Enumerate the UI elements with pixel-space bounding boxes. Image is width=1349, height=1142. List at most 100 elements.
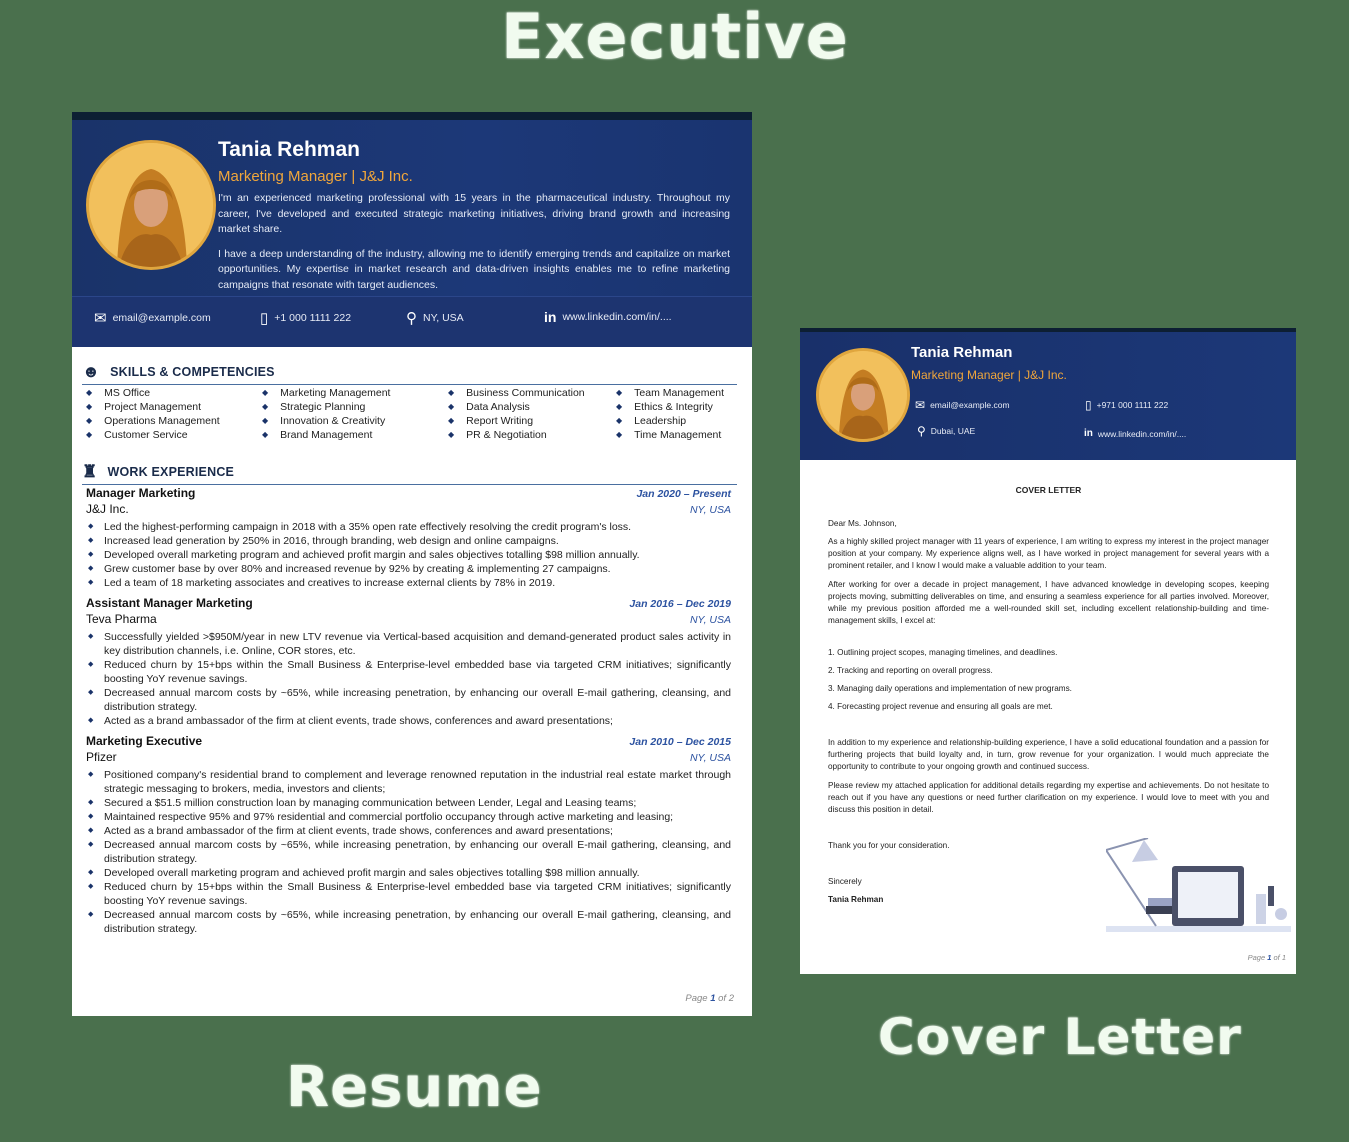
title-resume: Resume	[286, 1055, 543, 1120]
job-company-row: Pfizer NY, USA	[86, 750, 731, 766]
skills-column: ◆ Team Management ◆ Ethics & Integrity ◆ Lead…	[616, 386, 736, 442]
cover-contact-location: ⚲ Dubai, UAE	[917, 424, 975, 438]
skill-item: ◆ MS Office	[86, 386, 262, 400]
list-item: Increased lead generation by 250% in 201…	[86, 534, 731, 548]
skill-label: Ethics & Integrity	[634, 401, 713, 413]
list-item: Successfully yielded >$950M/year in new …	[86, 630, 731, 658]
cover-contact-phone: ▯ +971 000 1111 222	[1085, 398, 1168, 412]
bullet-icon: ◆	[616, 388, 623, 397]
job-location: NY, USA	[689, 504, 731, 516]
job-title: Assistant Manager Marketing	[86, 596, 253, 610]
resume-summary: I'm an experienced marketing professiona…	[218, 191, 730, 302]
contact-linkedin: in www.linkedin.com/in/....	[544, 309, 672, 325]
job-location: NY, USA	[689, 752, 731, 764]
skill-item: ◆ PR & Negotiation	[448, 428, 616, 442]
cover-header: Tania Rehman Marketing Manager | J&J Inc…	[800, 328, 1296, 460]
skill-item: ◆ Ethics & Integrity	[616, 400, 736, 414]
experience-heading: ♜ WORK EXPERIENCE	[82, 460, 737, 485]
skill-item: ◆ Brand Management	[262, 428, 448, 442]
job-title: Manager Marketing	[86, 486, 196, 500]
phone-icon: ▯	[260, 310, 269, 327]
salutation: Dear Ms. Johnson,	[828, 519, 897, 528]
skill-item: ◆ Leadership	[616, 414, 736, 428]
skill-label: Brand Management	[280, 429, 373, 441]
cover-paragraph: As a highly skilled project manager with…	[828, 537, 1269, 570]
job-title-row: Manager Marketing Jan 2020 – Present	[86, 486, 731, 502]
skill-label: PR & Negotiation	[466, 429, 547, 441]
job-bullets: Led the highest-performing campaign in 2…	[86, 520, 731, 590]
cover-email-text: email@example.com	[930, 400, 1010, 410]
skills-heading-text: SKILLS & COMPETENCIES	[110, 365, 275, 379]
job-entry: Assistant Manager Marketing Jan 2016 – De…	[86, 596, 731, 728]
phone-icon: ▯	[1085, 398, 1092, 412]
skill-label: Customer Service	[104, 429, 188, 441]
contact-location-text: NY, USA	[423, 312, 464, 324]
profile-photo	[86, 140, 216, 270]
skill-item: ◆ Strategic Planning	[262, 400, 448, 414]
cover-location-text: Dubai, UAE	[930, 426, 976, 436]
skill-label: Marketing Management	[280, 387, 391, 399]
list-item: Decreased annual marcom costs by ~65%, w…	[86, 908, 731, 936]
cover-paragraph: Please review my attached application fo…	[828, 781, 1269, 814]
resume-name: Tania Rehman	[218, 138, 360, 161]
location-pin-icon: ⚲	[917, 424, 926, 438]
cover-role: Marketing Manager | J&J Inc.	[911, 368, 1067, 382]
list-item: 1. Outlining project scopes, managing ti…	[828, 648, 1058, 657]
cover-page-number: Page 1 of 1	[1248, 953, 1286, 962]
bullet-icon: ◆	[448, 388, 455, 397]
profile-photo	[816, 348, 910, 442]
list-item: Developed overall marketing program and …	[86, 866, 731, 880]
skills-heading: ☻ SKILLS & COMPETENCIES	[82, 360, 737, 385]
skill-item: ◆ Data Analysis	[448, 400, 616, 414]
page-prefix: Page	[1247, 953, 1268, 962]
list-item: Reduced churn by 15+bps within the Small…	[86, 658, 731, 686]
resume-role: Marketing Manager | J&J Inc.	[218, 168, 413, 185]
bullet-icon: ◆	[86, 430, 93, 439]
list-item: Acted as a brand ambassador of the firm …	[86, 714, 731, 728]
summary-paragraph: I have a deep understanding of the indus…	[218, 247, 730, 291]
location-pin-icon: ⚲	[406, 310, 417, 327]
job-dates: Jan 2016 – Dec 2019	[629, 598, 731, 610]
skill-item: ◆ Customer Service	[86, 428, 262, 442]
bullet-icon: ◆	[448, 430, 455, 439]
bullet-icon: ◆	[86, 402, 93, 411]
cover-heading: COVER LETTER	[1015, 485, 1082, 495]
job-entry: Marketing Executive Jan 2010 – Dec 2015 Pf…	[86, 734, 731, 936]
resume-top-bar	[72, 112, 752, 120]
cover-contact-linkedin: in www.linkedin.com/in/....	[1084, 428, 1186, 439]
skill-label: MS Office	[104, 387, 151, 399]
skill-item: ◆ Time Management	[616, 428, 736, 442]
bullet-icon: ◆	[86, 388, 93, 397]
resume-contact-bar: ✉ email@example.com ▯ +1 000 1111 222 ⚲ …	[72, 296, 752, 347]
resume-header: Tania Rehman Marketing Manager | J&J Inc…	[72, 120, 752, 296]
skill-item: ◆ Marketing Management	[262, 386, 448, 400]
summary-paragraph: I'm an experienced marketing professiona…	[218, 192, 730, 235]
skill-label: Strategic Planning	[280, 401, 366, 413]
skills-grid: ◆ MS Office ◆ Project Management ◆ Operations…	[86, 386, 726, 442]
job-title-row: Marketing Executive Jan 2010 – Dec 2015	[86, 734, 731, 750]
page-suffix: of 2	[715, 993, 734, 1004]
bullet-icon: ◆	[616, 402, 623, 411]
list-item: 4. Forecasting project revenue and ensur…	[828, 702, 1053, 711]
skill-label: Team Management	[634, 387, 725, 399]
bullet-icon: ◆	[262, 416, 269, 425]
cover-contact-email: ✉ email@example.com	[915, 398, 1010, 412]
bullet-icon: ◆	[616, 430, 623, 439]
head-gear-icon: ☻	[82, 362, 101, 381]
skills-list: 1. Outlining project scopes, managing ti…	[828, 647, 1269, 713]
skill-label: Data Analysis	[466, 401, 530, 413]
skill-label: Innovation & Creativity	[280, 415, 386, 427]
skill-item: ◆ Operations Management	[86, 414, 262, 428]
job-dates: Jan 2020 – Present	[636, 488, 731, 500]
contact-email: ✉ email@example.com	[94, 309, 211, 327]
resume-page: Tania Rehman Marketing Manager | J&J Inc…	[72, 112, 752, 1016]
list-item: 2. Tracking and reporting on overall pro…	[828, 666, 993, 675]
skill-label: Operations Management	[104, 415, 220, 427]
list-item: Decreased annual marcom costs by ~65%, w…	[86, 686, 731, 714]
contact-phone-text: +1 000 1111 222	[274, 312, 352, 324]
skills-column: ◆ Marketing Management ◆ Strategic Planning…	[262, 386, 448, 442]
list-item: Led the highest-performing campaign in 2…	[86, 520, 731, 534]
skills-column: ◆ Business Communication ◆ Data Analysis ◆ Re…	[448, 386, 616, 442]
mail-icon: ✉	[94, 310, 107, 327]
cover-letter-page: Tania Rehman Marketing Manager | J&J Inc…	[800, 328, 1296, 974]
